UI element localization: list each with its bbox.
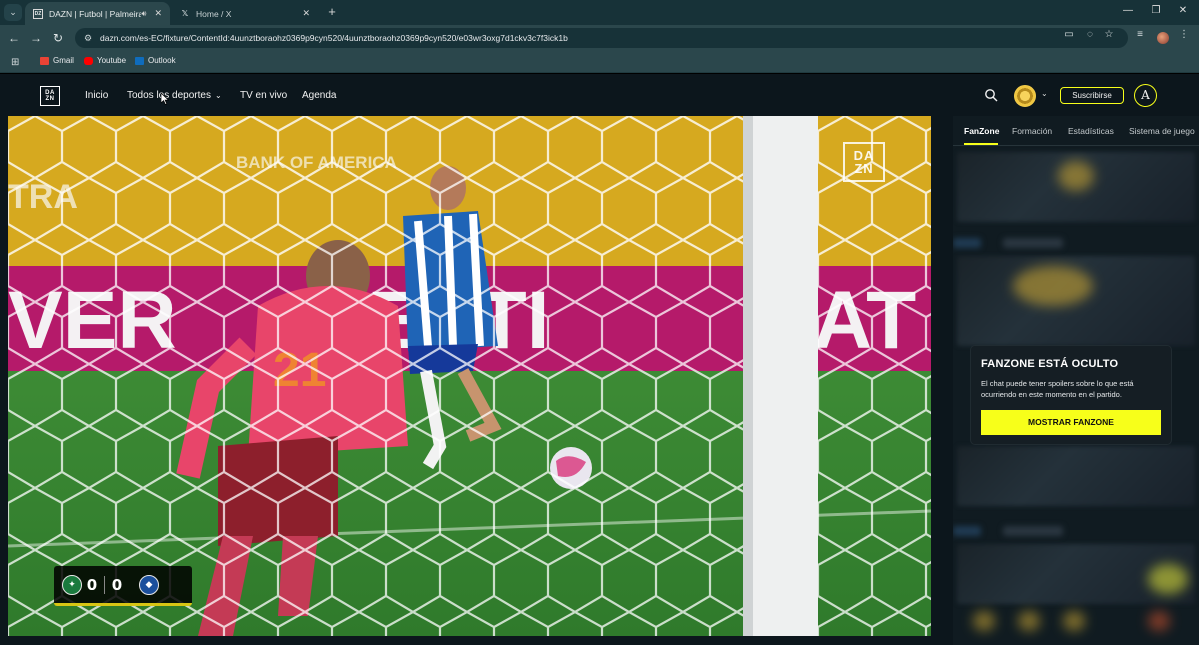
porto-crest-icon: ◆ <box>139 574 159 595</box>
tab-formacion[interactable]: Formación <box>1012 126 1052 136</box>
nav-agenda[interactable]: Agenda <box>302 90 336 101</box>
tab-title: Home / X <box>196 8 232 19</box>
outlook-icon <box>135 56 144 65</box>
palmeiras-crest-icon: ✦ <box>62 574 82 595</box>
bookmark-label: Outlook <box>148 56 176 65</box>
browser-tab-strip: ⌄ DZ DAZN | Futbol | Palmeiras v 🔊︎ ✕ 𝕏 … <box>0 0 1199 25</box>
minimize-icon[interactable]: — <box>1120 5 1136 16</box>
side-panel-tabs: FanZone Formación Estadísticas Sistema d… <box>953 116 1199 146</box>
url-text[interactable]: dazn.com/es-EC/fixture/ContentId:4uunztb… <box>100 33 568 43</box>
youtube-icon <box>84 56 93 65</box>
tab-fanzone[interactable]: FanZone <box>964 126 999 136</box>
blurred-decoration <box>973 611 995 631</box>
tab-search-chevron-icon[interactable]: ⌄ <box>4 4 22 21</box>
apps-grid-icon[interactable]: ⊞ <box>11 57 19 68</box>
media-controls-icon[interactable]: ≡ <box>1133 29 1147 40</box>
chevron-down-icon: ⌄ <box>214 91 222 100</box>
browser-menu-icon[interactable]: ⋮ <box>1177 29 1191 40</box>
browser-profile-avatar[interactable] <box>1157 32 1169 44</box>
browser-tab-dazn[interactable]: DZ DAZN | Futbol | Palmeiras v 🔊︎ ✕ <box>25 2 170 25</box>
close-tab-icon[interactable]: ✕ <box>302 8 310 19</box>
window-close-icon[interactable]: ✕ <box>1175 5 1191 16</box>
dazn-favicon-icon: DZ <box>33 8 43 19</box>
fanzone-description: El chat puede tener spoilers sobre lo qu… <box>981 379 1134 399</box>
away-score: 0 <box>111 575 123 594</box>
nav-inicio[interactable]: Inicio <box>85 90 108 101</box>
blurred-decoration <box>1058 161 1094 191</box>
gmail-icon <box>40 56 49 65</box>
browser-toolbar: ← → ↻ ⚙︎ dazn.com/es-EC/fixture/ContentI… <box>0 25 1199 51</box>
forward-arrow-icon[interactable]: → <box>28 30 44 46</box>
home-score: 0 <box>86 575 98 594</box>
bookmarks-bar: ⊞ Gmail Youtube Outlook <box>0 51 1199 73</box>
blurred-decoration <box>1013 266 1093 306</box>
nav-todos-los-deportes[interactable]: Todos los deportes ⌄ <box>127 90 222 101</box>
bookmark-label: Gmail <box>53 56 74 65</box>
blurred-decoration <box>1148 611 1170 631</box>
speaker-icon[interactable]: 🔊︎ <box>141 9 146 19</box>
match-side-panel: FanZone Formación Estadísticas Sistema d… <box>953 116 1199 645</box>
eye-off-icon[interactable]: ◌ <box>1083 29 1097 40</box>
bookmark-star-icon[interactable]: ☆ <box>1102 29 1116 40</box>
blurred-decoration <box>953 238 981 248</box>
dazn-watermark-logo: DA ZN <box>843 142 885 182</box>
chevron-down-icon[interactable]: ⌄ <box>1041 89 1048 98</box>
fanzone-title: FANZONE ESTÁ OCULTO <box>981 358 1119 370</box>
watermark-line-2: ZN <box>854 161 874 176</box>
user-account-avatar[interactable]: A <box>1134 84 1157 107</box>
close-tab-icon[interactable]: ✕ <box>154 8 162 19</box>
mouse-cursor-icon <box>161 93 169 105</box>
scoreboard: ✦ 0 0 ◆ <box>54 566 192 606</box>
blurred-decoration <box>1003 526 1063 536</box>
score-divider <box>104 575 105 594</box>
site-info-icon[interactable]: ⚙︎ <box>81 31 95 45</box>
tab-title: DAZN | Futbol | Palmeiras v <box>49 8 142 19</box>
tab-sistema-de-juego[interactable]: Sistema de juego <box>1129 126 1195 136</box>
maximize-icon[interactable]: ❐ <box>1148 5 1164 16</box>
match-video-frame: BANK OF AMERICA TRA VER DESTI AT 21 <box>8 116 931 636</box>
dazn-logo[interactable]: DA ZN <box>40 86 60 106</box>
subscribe-button[interactable]: Suscribirse <box>1060 87 1124 104</box>
logo-line-2: ZN <box>45 96 55 102</box>
active-tab-indicator <box>964 143 998 145</box>
nav-tv-en-vivo[interactable]: TV en vivo <box>240 90 287 101</box>
dazn-header: DA ZN Inicio Todos los deportes ⌄ TV en v… <box>0 74 1199 116</box>
blurred-decoration <box>1018 611 1040 631</box>
back-arrow-icon[interactable]: ← <box>6 30 22 46</box>
video-player[interactable]: BANK OF AMERICA TRA VER DESTI AT 21 <box>8 116 931 636</box>
search-icon[interactable] <box>984 88 998 102</box>
browser-tab-x[interactable]: 𝕏 Home / X ✕ <box>172 2 318 25</box>
blurred-decoration <box>1063 611 1085 631</box>
bookmark-youtube[interactable]: Youtube <box>84 56 126 65</box>
bookmark-outlook[interactable]: Outlook <box>135 56 176 65</box>
cast-icon[interactable]: ▭ <box>1062 29 1076 40</box>
blurred-decoration <box>953 526 981 536</box>
new-tab-button[interactable]: + <box>324 4 340 20</box>
blurred-chat-item <box>957 446 1195 506</box>
profile-badge-avatar[interactable] <box>1014 85 1036 107</box>
address-bar[interactable]: ⚙︎ dazn.com/es-EC/fixture/ContentId:4uun… <box>75 28 1128 48</box>
tab-estadisticas[interactable]: Estadísticas <box>1068 126 1114 136</box>
show-fanzone-button[interactable]: MOSTRAR FANZONE <box>981 410 1161 435</box>
x-favicon-icon: 𝕏 <box>181 9 189 18</box>
blurred-decoration <box>1148 564 1188 594</box>
fanzone-hidden-card: FANZONE ESTÁ OCULTO El chat puede tener … <box>971 346 1171 444</box>
bookmark-gmail[interactable]: Gmail <box>40 56 74 65</box>
bookmark-label: Youtube <box>97 56 127 65</box>
blurred-decoration <box>1003 238 1063 248</box>
reload-icon[interactable]: ↻ <box>50 30 66 46</box>
